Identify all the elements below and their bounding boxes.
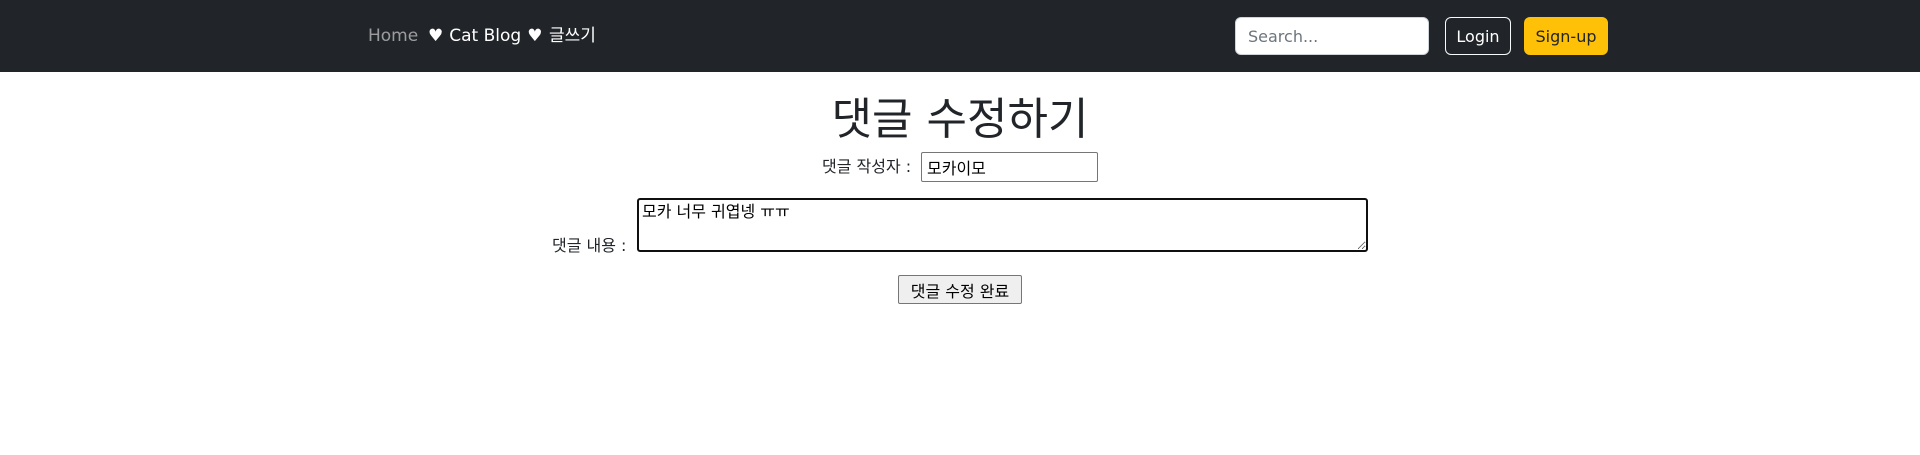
nav-brand-link[interactable]: ♥ Cat Blog ♥ [428, 24, 542, 48]
page-title: 댓글 수정하기 [831, 94, 1089, 145]
heart-icon: ♥ [527, 26, 543, 46]
top-navbar: Home ♥ Cat Blog ♥ 글쓰기 Login Sign-up [0, 0, 1920, 72]
heart-icon: ♥ [428, 26, 444, 46]
nav-write-link[interactable]: 글쓰기 [549, 24, 596, 48]
brand-label: Cat Blog [449, 26, 522, 46]
signup-button[interactable]: Sign-up [1524, 17, 1608, 55]
search-input[interactable] [1235, 17, 1429, 55]
login-button[interactable]: Login [1445, 17, 1511, 55]
content-textarea[interactable]: 모카 너무 귀엽넹 ㅠㅠ [637, 198, 1368, 252]
nav-home-link[interactable]: Home [368, 24, 418, 48]
author-label: 댓글 작성자 : [822, 157, 912, 176]
author-input[interactable] [921, 152, 1098, 182]
content-label: 댓글 내용 : [552, 236, 627, 255]
submit-edit-button[interactable]: 댓글 수정 완료 [898, 275, 1022, 304]
